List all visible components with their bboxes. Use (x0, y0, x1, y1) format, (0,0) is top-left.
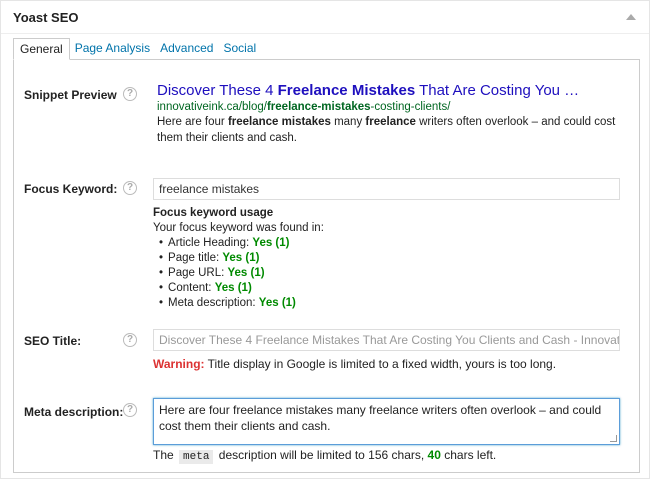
collapse-toggle-icon[interactable] (626, 14, 636, 20)
list-item: Content: Yes (1) (159, 281, 623, 296)
list-item: Page title: Yes (1) (159, 251, 623, 266)
snippet-title[interactable]: Discover These 4 Freelance Mistakes That… (157, 82, 627, 100)
list-item: Article Heading: Yes (1) (159, 236, 623, 251)
yoast-seo-metabox: Yoast SEO General Page Analysis Advanced… (0, 0, 650, 479)
tab-page-analysis[interactable]: Page Analysis (70, 38, 155, 60)
meta-description-label: Meta description: (24, 405, 124, 419)
focus-keyword-usage: Focus keyword usage Your focus keyword w… (153, 206, 623, 311)
seo-title-input[interactable]: Discover These 4 Freelance Mistakes That… (153, 329, 620, 351)
list-item: Page URL: Yes (1) (159, 266, 623, 281)
meta-description-counter: The meta description will be limited to … (153, 448, 497, 464)
focus-keyword-input[interactable]: freelance mistakes (153, 178, 620, 200)
resize-handle-icon[interactable] (610, 435, 617, 442)
general-panel: Snippet Preview ? Discover These 4 Freel… (13, 59, 640, 473)
meta-description-help-icon[interactable]: ? (123, 403, 137, 417)
usage-title: Focus keyword usage (153, 207, 274, 219)
metabox-header[interactable]: Yoast SEO (1, 1, 649, 34)
snippet-preview-label: Snippet Preview (24, 88, 117, 102)
seo-title-help-icon[interactable]: ? (123, 333, 137, 347)
tab-bar: General Page Analysis Advanced Social (13, 38, 261, 60)
seo-title-label: SEO Title: (24, 334, 82, 348)
tab-advanced[interactable]: Advanced (155, 38, 218, 60)
list-item: Meta description: Yes (1) (159, 296, 623, 311)
seo-title-warning: Warning: Title display in Google is limi… (153, 357, 557, 371)
usage-intro: Your focus keyword was found in: (153, 222, 324, 234)
snippet-help-icon[interactable]: ? (123, 87, 137, 101)
tab-social[interactable]: Social (218, 38, 261, 60)
meta-description-textarea[interactable]: Here are four freelance mistakes many fr… (153, 398, 620, 445)
focus-keyword-help-icon[interactable]: ? (123, 181, 137, 195)
metabox-title: Yoast SEO (13, 9, 79, 25)
focus-keyword-label: Focus Keyword: (24, 182, 118, 196)
snippet-preview: Discover These 4 Freelance Mistakes That… (157, 82, 627, 146)
snippet-description: Here are four freelance mistakes many fr… (157, 116, 616, 144)
snippet-url: innovativeink.ca/blog/freelance-mistakes… (157, 101, 451, 113)
usage-list: Article Heading: Yes (1) Page title: Yes… (159, 236, 623, 311)
tab-general[interactable]: General (13, 38, 70, 60)
